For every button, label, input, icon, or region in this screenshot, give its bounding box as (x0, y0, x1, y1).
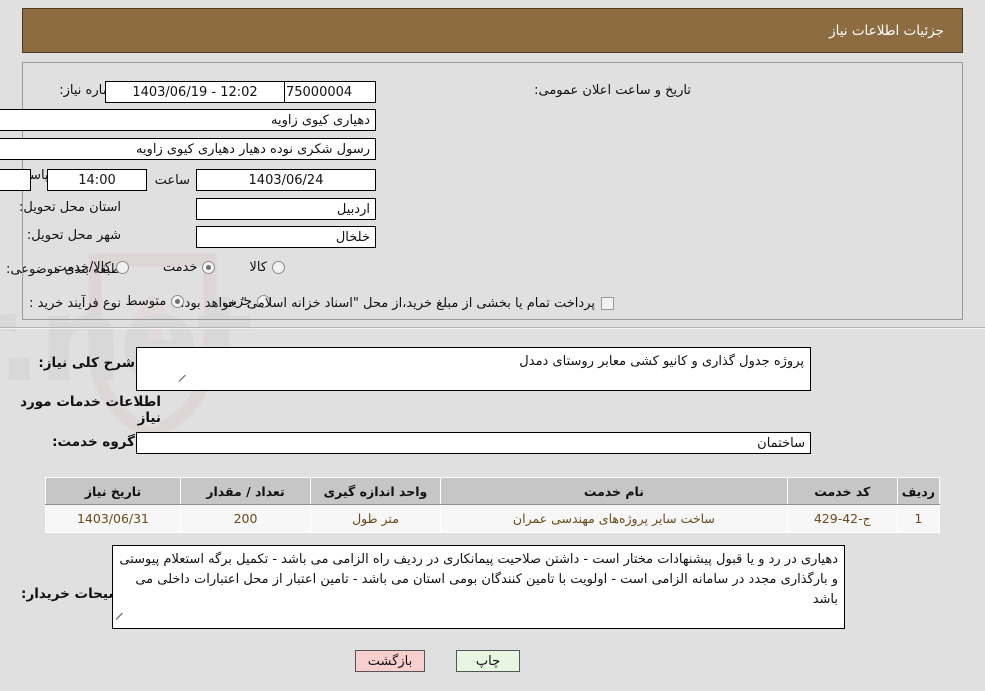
service-group-value: ساختمان (136, 432, 811, 454)
cell-quantity: 200 (180, 504, 311, 533)
col-name: نام خدمت (440, 477, 788, 505)
category-option-khedmat[interactable]: خدمت (163, 260, 216, 275)
deadline-time-value: 14:00 (47, 169, 147, 191)
process-option-motevaset[interactable]: متوسط (125, 294, 185, 309)
notes-resize-grip[interactable] (115, 612, 125, 622)
requester-value: رسول شکری نوده دهیار دهیاری کیوی زاویه (0, 138, 376, 160)
remaining-days-value: 4 (0, 169, 31, 191)
page-root: AnaTender.net جزئیات اطلاعات نیاز شماره … (0, 0, 985, 691)
province-value: اردبیل (196, 198, 376, 220)
print-button[interactable]: چاپ (456, 650, 520, 672)
treasury-checkbox[interactable] (601, 297, 614, 310)
service-group-label: گروه خدمت: (52, 434, 135, 450)
category-radio-group: کالا خدمت کالا/خدمت (54, 260, 285, 275)
page-header-bar: جزئیات اطلاعات نیاز (22, 8, 963, 53)
announce-datetime-value: 12:02 - 1403/06/19 (105, 81, 285, 103)
col-date: تاریخ نیاز (45, 477, 181, 505)
cell-name: ساخت سایر پروژه‌های مهندسی عمران (440, 504, 788, 533)
section-divider (0, 327, 985, 329)
radio-icon[interactable] (115, 261, 129, 274)
radio-icon[interactable] (202, 261, 216, 274)
cell-date: 1403/06/31 (45, 504, 181, 533)
cell-code: ج-42-429 (786, 504, 898, 533)
description-label: شرح کلی نیاز: (38, 355, 135, 371)
category-option-kala[interactable]: کالا (249, 260, 285, 275)
cell-unit: متر طول (310, 504, 441, 533)
process-option-label: متوسط (125, 294, 167, 309)
buyer-notes-textarea[interactable]: دهیاری در رد و یا قبول پیشنهادات مختار ا… (112, 545, 845, 629)
services-table: ردیف کد خدمت نام خدمت واحد اندازه گیری ت… (45, 477, 941, 533)
buyer-org-value: دهیاری کیوی زاویه (0, 109, 376, 131)
back-button[interactable]: بازگشت (355, 650, 425, 672)
table-row: 1 ج-42-429 ساخت سایر پروژه‌های مهندسی عم… (45, 504, 941, 533)
deadline-date-value: 1403/06/24 (196, 169, 376, 191)
category-option-kala-khedmat[interactable]: کالا/خدمت (54, 260, 129, 275)
city-value: خلخال (196, 226, 376, 248)
col-unit: واحد اندازه گیری (310, 477, 441, 505)
deadline-hour-label: ساعت (154, 173, 190, 188)
category-option-label: کالا/خدمت (54, 260, 111, 275)
category-option-label: خدمت (162, 260, 198, 275)
services-section-heading: اطلاعات خدمات مورد نیاز (20, 394, 161, 426)
col-quantity: تعداد / مقدار (180, 477, 311, 505)
treasury-note-text: پرداخت تمام یا بخشی از مبلغ خرید،از محل … (180, 296, 595, 311)
page-title: جزئیات اطلاعات نیاز (829, 22, 944, 39)
radio-icon[interactable] (272, 261, 285, 274)
description-textarea[interactable]: پروژه جدول گذاری و کانیو کشی معابر روستا… (136, 347, 811, 391)
col-index: ردیف (896, 477, 941, 505)
cell-index: 1 (896, 504, 941, 533)
col-code: کد خدمت (786, 477, 898, 505)
category-option-label: کالا (249, 260, 267, 275)
textarea-resize-grip[interactable] (178, 374, 188, 384)
table-header-row: ردیف کد خدمت نام خدمت واحد اندازه گیری ت… (45, 477, 941, 505)
